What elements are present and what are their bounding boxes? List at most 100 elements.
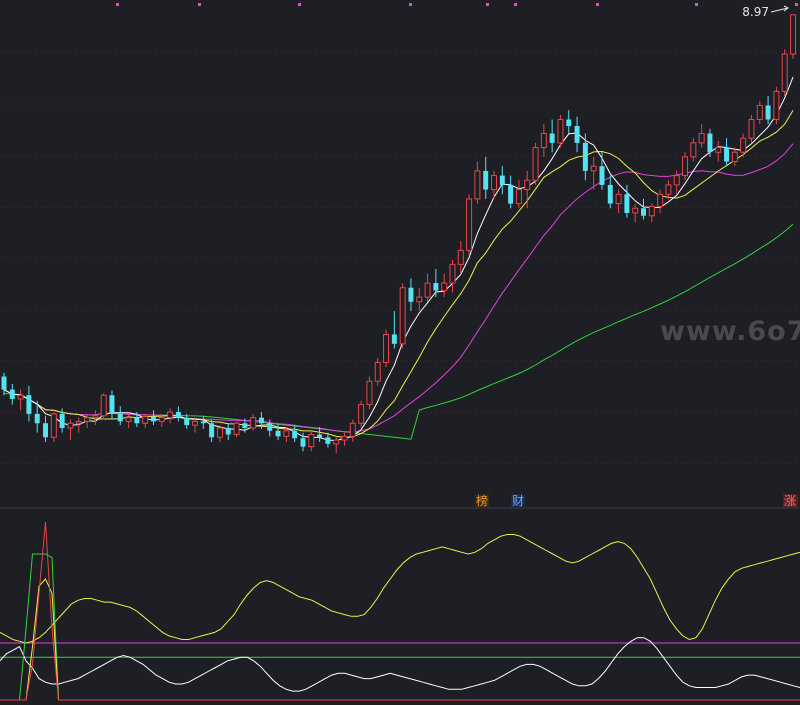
candle-body-83 xyxy=(690,142,697,158)
candle-body-13 xyxy=(109,395,115,414)
candle-body-64 xyxy=(532,147,539,181)
candle-body-28 xyxy=(233,422,240,435)
candle-body-48 xyxy=(399,287,406,345)
candle-body-41 xyxy=(341,435,348,441)
candle-body-32 xyxy=(267,423,273,431)
candle-46 xyxy=(383,329,390,368)
candle-body-70 xyxy=(582,142,588,171)
candle-body-3 xyxy=(26,395,32,414)
candle-body-46 xyxy=(383,333,390,364)
candle-body-38 xyxy=(317,434,323,438)
candle-body-86 xyxy=(715,147,722,153)
candle-90 xyxy=(748,114,755,143)
candle-body-31 xyxy=(258,417,264,424)
candle-body-93 xyxy=(773,90,780,120)
marker-bang[interactable]: 榜 xyxy=(475,493,489,508)
candle-body-56 xyxy=(466,198,473,251)
candle-body-84 xyxy=(698,133,705,144)
candle-6 xyxy=(50,412,57,442)
top-dot-3 xyxy=(409,3,412,6)
candle-body-30 xyxy=(250,417,257,429)
candle-body-17 xyxy=(142,416,149,424)
candle-body-33 xyxy=(275,430,281,437)
chart-canvas: www.6o7o.com 8.97 榜 财 涨 xyxy=(0,0,800,705)
candle-body-72 xyxy=(599,166,605,185)
candle-44 xyxy=(366,376,373,410)
candle-body-6 xyxy=(50,413,57,438)
candle-body-76 xyxy=(632,207,639,214)
candle-body-19 xyxy=(158,417,165,422)
marker-zhang[interactable]: 涨 xyxy=(783,493,798,508)
candle-body-34 xyxy=(283,430,290,437)
candle-body-42 xyxy=(349,422,356,437)
candle-body-53 xyxy=(441,282,448,292)
candle-12 xyxy=(100,393,107,420)
candle-body-94 xyxy=(781,53,788,92)
top-dot-6 xyxy=(596,3,599,6)
chart-background xyxy=(0,0,800,705)
top-dot-7 xyxy=(695,3,698,6)
candle-body-14 xyxy=(117,413,123,422)
candle-body-29 xyxy=(242,423,248,428)
candle-body-68 xyxy=(566,119,572,127)
candle-body-27 xyxy=(225,427,231,435)
marker-cai[interactable]: 财 xyxy=(511,494,525,508)
candle-body-75 xyxy=(624,194,630,213)
candle-body-54 xyxy=(449,263,456,284)
candle-body-45 xyxy=(374,362,381,382)
candle-body-25 xyxy=(209,423,215,438)
candle-body-61 xyxy=(508,184,514,204)
candle-body-60 xyxy=(499,175,505,185)
marker-bang-label: 榜 xyxy=(476,493,488,508)
price-high-label: 8.97 xyxy=(742,5,769,19)
candle-body-77 xyxy=(641,208,646,216)
top-dot-2 xyxy=(298,3,301,6)
candle-body-91 xyxy=(756,104,763,120)
candle-body-1 xyxy=(9,389,15,399)
candle-body-74 xyxy=(615,193,622,205)
candle-body-92 xyxy=(765,105,771,120)
candle-body-73 xyxy=(607,184,613,204)
candle-body-47 xyxy=(391,334,397,344)
candle-body-44 xyxy=(366,380,373,406)
marker-cai-label: 财 xyxy=(512,494,524,508)
candle-body-59 xyxy=(491,175,498,191)
candle-body-16 xyxy=(134,417,140,424)
candle-body-81 xyxy=(673,175,680,186)
candle-body-71 xyxy=(590,165,597,172)
candle-body-66 xyxy=(549,133,555,143)
top-dot-8 xyxy=(795,3,798,6)
marker-zhang-label: 涨 xyxy=(784,493,796,508)
candle-body-43 xyxy=(358,404,365,424)
candle-64 xyxy=(532,142,539,185)
candle-body-82 xyxy=(682,156,689,177)
candle-body-11 xyxy=(92,415,99,419)
candle-body-15 xyxy=(125,417,132,422)
candle-body-78 xyxy=(648,205,655,217)
candle-body-50 xyxy=(416,296,423,303)
candle-67 xyxy=(557,114,564,148)
candle-body-62 xyxy=(515,189,522,205)
candle-body-2 xyxy=(17,394,24,400)
candle-48 xyxy=(399,283,406,349)
candle-body-90 xyxy=(748,118,755,139)
candle-56 xyxy=(466,194,473,256)
candle-body-40 xyxy=(333,439,340,445)
candle-body-39 xyxy=(325,437,331,444)
candle-94 xyxy=(781,49,788,97)
candle-body-36 xyxy=(300,438,306,447)
candle-body-37 xyxy=(308,433,315,448)
candle-body-4 xyxy=(34,413,40,424)
candle-body-51 xyxy=(424,282,431,298)
candle-82 xyxy=(682,152,689,181)
top-dot-1 xyxy=(198,3,201,6)
candle-45 xyxy=(374,357,381,386)
candle-body-5 xyxy=(43,423,49,438)
top-dot-4 xyxy=(486,3,489,6)
candle-body-89 xyxy=(740,137,747,153)
top-dot-0 xyxy=(116,3,119,6)
candle-body-67 xyxy=(557,118,564,144)
candle-body-21 xyxy=(175,412,181,418)
candle-body-26 xyxy=(216,427,223,438)
candle-body-65 xyxy=(540,133,547,149)
